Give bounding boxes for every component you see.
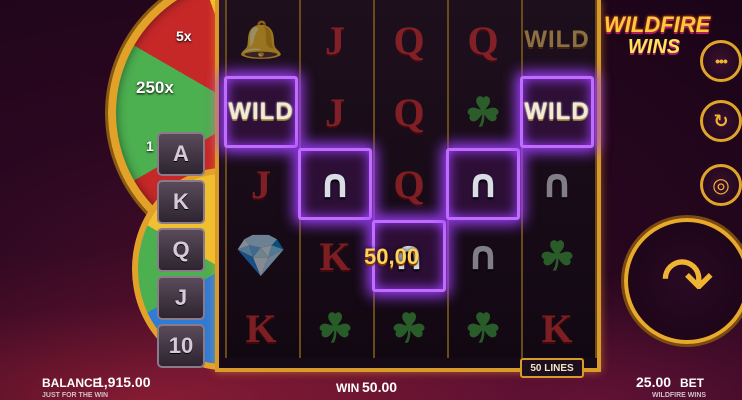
bet-chip-button[interactable]: ◎ [700, 164, 742, 206]
reel-symbol-shoe: ∩ [520, 148, 594, 220]
clover-symbol: ☘ [465, 305, 501, 351]
footer-bar: BALANCE 1,915.00 JUST FOR THE WIN WIN 50… [0, 370, 742, 400]
reel-symbol-letter: K [298, 220, 372, 292]
letter-symbol: Q [393, 161, 425, 207]
balance-value: 1,915.00 [96, 374, 151, 390]
letter-symbol: J [325, 17, 345, 63]
reel-symbol-letter: K [520, 292, 594, 364]
letter-symbol: K [541, 305, 573, 351]
reel-symbol-letter: Q [446, 4, 520, 76]
diamond-symbol: 💎 [234, 231, 288, 280]
reel-symbol-letter: J [298, 76, 372, 148]
reel-symbol-shoe: ∩ [446, 220, 520, 292]
logo-line1: WILDFIRE [604, 12, 711, 37]
bell-symbol: 🔔 [238, 20, 284, 61]
wildgold-symbol: WILD [524, 26, 590, 53]
game-name: WILDFIRE WINS [652, 392, 707, 399]
reel-grid: 🔔 WILD J 💎 K J J ∩ K ☘ Q Q Q ∩ ☘ Q ☘ ∩ ∩ ☘ WILD WILD ∩ ☘ K [215, 0, 601, 372]
reel-symbol-shoe: ∩ [446, 148, 520, 220]
clover-symbol: ☘ [317, 305, 353, 351]
balance-label: BALANCE [42, 376, 101, 390]
reel-symbol-clover: ☘ [446, 76, 520, 148]
letter-symbol: Q [393, 89, 425, 135]
letter-symbol: K [245, 305, 277, 351]
shoe-symbol: ∩ [318, 161, 352, 207]
wheel-label-1: 1 [146, 138, 154, 154]
card-rank-strip: A K Q J 10 [157, 132, 205, 368]
reel-symbol-wildgold: WILD [520, 4, 594, 76]
reel-symbol-clover: ☘ [372, 292, 446, 364]
reel-symbol-clover: ☘ [298, 292, 372, 364]
win-value: 50.00 [362, 379, 398, 395]
card-rank: J [157, 276, 205, 320]
wheel-label-250x: 250x [136, 78, 174, 97]
card-rank: K [157, 180, 205, 224]
reel-symbol-letter: Q [372, 148, 446, 220]
chip-icon: ◎ [712, 173, 730, 197]
shoe-symbol: ∩ [466, 233, 500, 279]
reel-symbol-wild: WILD [520, 76, 594, 148]
letter-symbol: Q [467, 17, 499, 63]
reel-symbol-letter: J [224, 148, 298, 220]
reel-symbol-letter: K [224, 292, 298, 364]
wild-symbol: WILD [228, 98, 294, 125]
clover-symbol: ☘ [391, 305, 427, 351]
letter-symbol: J [325, 89, 345, 135]
menu-button[interactable]: ••• [700, 40, 742, 82]
win-label: WIN [336, 381, 360, 395]
reel-symbol-clover: ☘ [446, 292, 520, 364]
autoplay-icon: ↻ [713, 110, 729, 132]
wheel-label-5x: 5x [176, 28, 192, 44]
reel-symbol-letter: J [298, 4, 372, 76]
reel-symbol-letter: Q [372, 76, 446, 148]
wild-symbol: WILD [524, 98, 590, 125]
tagline: JUST FOR THE WIN [42, 392, 109, 399]
spin-arrow-icon: ↷ [660, 244, 714, 318]
spin-button[interactable]: ↷ [624, 218, 742, 344]
letter-symbol: K [319, 233, 351, 279]
game-logo: WILDFIRE WINS [604, 12, 711, 59]
bet-label: BET [680, 376, 704, 390]
card-rank: 10 [157, 324, 205, 368]
shoe-symbol: ∩ [466, 161, 500, 207]
reel-symbol-bell: 🔔 [224, 4, 298, 76]
letter-symbol: Q [393, 17, 425, 63]
shoe-symbol: ∩ [540, 161, 574, 207]
clover-symbol: ☘ [465, 89, 501, 135]
reel-symbol-clover: ☘ [520, 220, 594, 292]
logo-line2: WINS [627, 36, 681, 58]
bet-value: 25.00 [636, 374, 672, 390]
card-rank: A [157, 132, 205, 176]
reel-symbol-diamond: 💎 [224, 220, 298, 292]
reel-symbol-wild: WILD [224, 76, 298, 148]
autoplay-button[interactable]: ↻ [700, 100, 742, 142]
card-rank: Q [157, 228, 205, 272]
more-icon: ••• [715, 53, 728, 69]
win-amount-popup: 50,00 [364, 244, 420, 269]
letter-symbol: J [251, 161, 271, 207]
reel-symbol-shoe: ∩ [298, 148, 372, 220]
reel-symbol-letter: Q [372, 4, 446, 76]
clover-symbol: ☘ [539, 233, 575, 279]
